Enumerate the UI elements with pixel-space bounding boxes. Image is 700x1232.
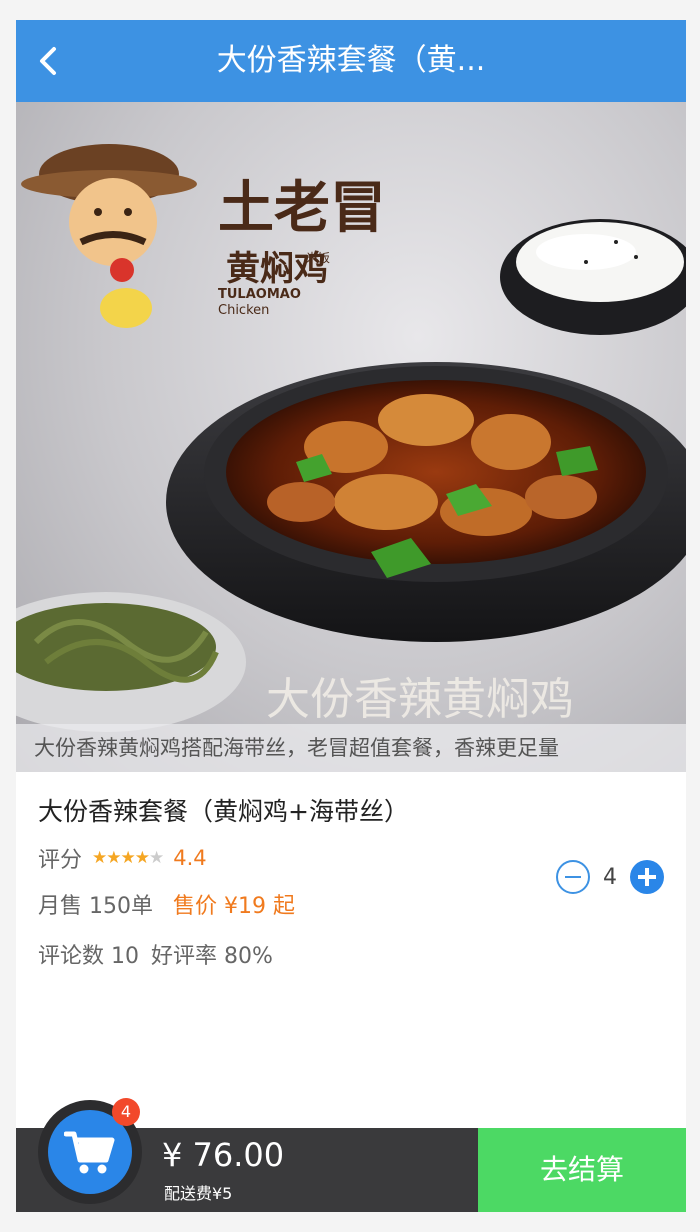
- back-button[interactable]: [34, 42, 64, 80]
- chevron-left-icon: [40, 47, 56, 75]
- brand-logo-text: 土老冒: [218, 176, 386, 241]
- quantity-stepper: 4: [556, 860, 664, 894]
- comment-count: 评论数 10: [38, 944, 139, 969]
- overlay-title: 大份香辣黄焖鸡: [266, 674, 574, 725]
- svg-text:米饭: 米饭: [306, 251, 330, 265]
- product-image: 土老冒 黄焖鸡 米饭 TULAOMAO Chicken 大份香辣黄焖鸡 大份香辣…: [16, 102, 686, 772]
- page-title: 大份香辣套餐（黄...: [216, 43, 486, 78]
- quantity-value: 4: [603, 864, 617, 890]
- food-photo: 土老冒 黄焖鸡 米饭 TULAOMAO Chicken 大份香辣黄焖鸡: [16, 144, 686, 732]
- minus-circle-icon[interactable]: [556, 860, 590, 894]
- star-rating: ★ ★ ★ ★ ★: [92, 848, 164, 868]
- star-icon: ★: [149, 848, 164, 868]
- shopping-cart-icon: [64, 1131, 115, 1174]
- star-icon: ★: [106, 848, 121, 868]
- image-caption: 大份香辣黄焖鸡搭配海带丝，老冒超值套餐，香辣更足量: [16, 724, 686, 772]
- price: 售价 ¥19 起: [173, 894, 295, 919]
- delivery-fee: 配送费¥5: [164, 1184, 233, 1203]
- svg-text:Chicken: Chicken: [218, 303, 269, 318]
- rating-label: 评分: [38, 848, 83, 873]
- review-row: 评论数 10 好评率 80%: [38, 938, 664, 970]
- cart-total: ¥ 76.00: [162, 1136, 285, 1174]
- monthly-sales: 月售 150单: [38, 894, 153, 919]
- star-icon: ★: [134, 848, 150, 868]
- product-name: 大份香辣套餐（黄焖鸡+海带丝）: [38, 797, 409, 826]
- star-icon: ★: [92, 848, 107, 868]
- svg-text:TULAOMAO: TULAOMAO: [218, 287, 301, 302]
- checkout-button[interactable]: 去结算: [478, 1128, 686, 1212]
- app-screen: 大份香辣套餐（黄... 土老冒 黄焖鸡 米饭 TULAOMAO Chicken …: [16, 20, 686, 1212]
- star-icon: ★: [120, 848, 136, 868]
- good-rate: 好评率 80%: [151, 944, 273, 969]
- cart-count-badge: 4: [112, 1098, 140, 1126]
- rating-value: 4.4: [173, 846, 207, 870]
- header-bar: 大份香辣套餐（黄...: [16, 20, 686, 102]
- plus-circle-icon[interactable]: [630, 860, 664, 894]
